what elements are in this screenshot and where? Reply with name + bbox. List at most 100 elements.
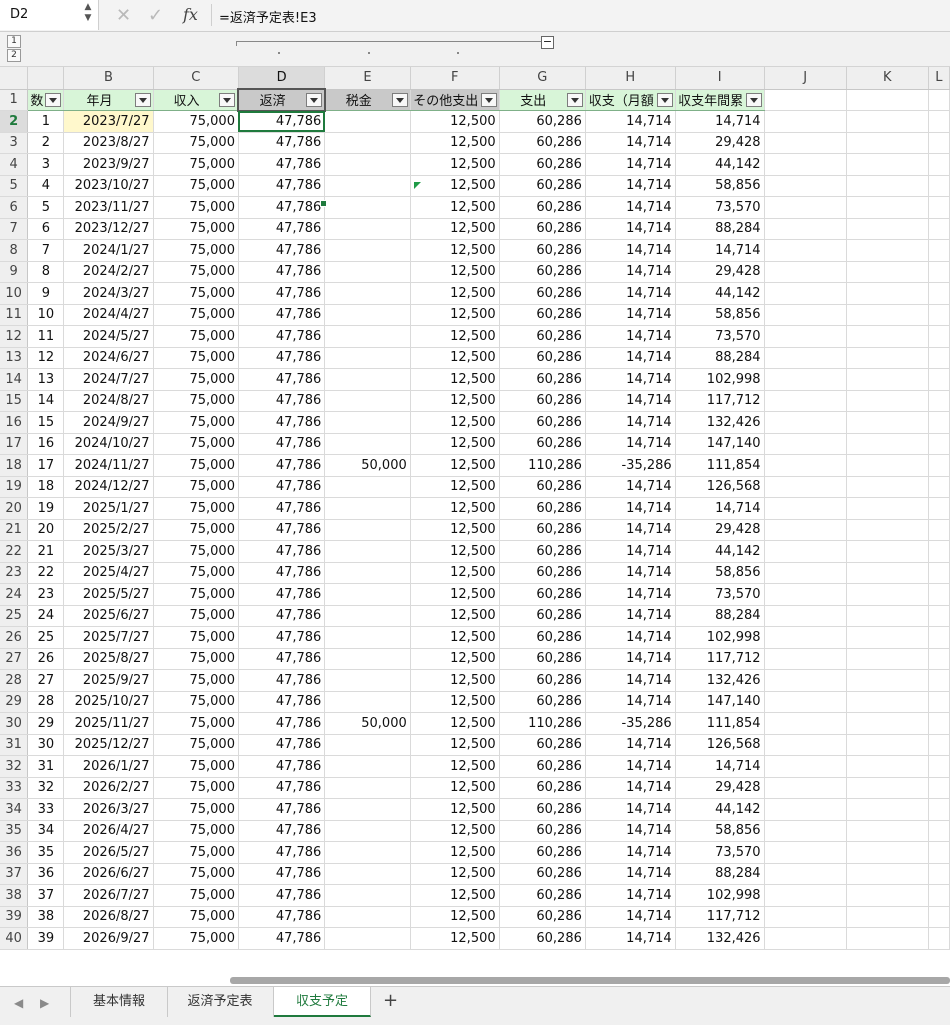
cell-income[interactable]: 75,000 (153, 433, 239, 455)
cell-income[interactable]: 75,000 (153, 347, 239, 369)
header-cell-count[interactable]: 数 (27, 89, 65, 111)
cell-expense[interactable]: 110,286 (499, 712, 586, 735)
cell-repayment[interactable]: 47,786 (238, 132, 326, 154)
cell-count[interactable]: 11 (27, 325, 65, 348)
cell-income[interactable]: 75,000 (153, 454, 239, 477)
cell-other-expense[interactable]: 12,500 (410, 433, 500, 455)
empty-cell[interactable] (928, 196, 950, 219)
cell-other-expense[interactable]: 12,500 (410, 368, 500, 391)
cell-monthly-balance[interactable]: 14,714 (585, 132, 676, 154)
cell-repayment[interactable]: 47,786 (238, 282, 326, 305)
cell-month[interactable]: 2026/7/27 (63, 884, 154, 907)
empty-cell[interactable] (764, 433, 847, 455)
cell-month[interactable]: 2025/9/27 (63, 669, 154, 692)
cell-expense[interactable]: 60,286 (499, 863, 586, 885)
empty-cell[interactable] (928, 648, 950, 670)
cell-month[interactable]: 2023/10/27 (63, 175, 154, 197)
cell-monthly-balance[interactable]: 14,714 (585, 196, 676, 219)
column-header-e[interactable]: E (324, 67, 411, 90)
empty-cell[interactable] (846, 841, 929, 864)
filter-dropdown-icon[interactable] (134, 92, 151, 107)
cell-monthly-balance[interactable]: 14,714 (585, 669, 676, 692)
header-cell-month[interactable]: 年月 (63, 89, 154, 111)
cell-repayment[interactable]: 47,786 (238, 325, 326, 348)
cell-annual-cumulative[interactable]: 132,426 (675, 927, 765, 950)
cell-other-expense[interactable]: 12,500 (410, 390, 500, 412)
filter-dropdown-icon[interactable] (656, 92, 673, 107)
cell-month[interactable]: 2026/9/27 (63, 927, 154, 950)
cell-monthly-balance[interactable]: 14,714 (585, 411, 676, 434)
empty-cell[interactable] (928, 325, 950, 348)
cell-count[interactable]: 15 (27, 411, 65, 434)
cell-tax[interactable] (324, 841, 411, 864)
cell-income[interactable]: 75,000 (153, 239, 239, 262)
empty-cell[interactable] (764, 153, 847, 176)
empty-cell[interactable] (764, 712, 847, 735)
row-header[interactable]: 35 (0, 820, 29, 842)
row-header[interactable]: 13 (0, 347, 29, 369)
cell-repayment[interactable]: 47,786 (238, 583, 326, 606)
cell-count[interactable]: 17 (27, 454, 65, 477)
cell-monthly-balance[interactable]: 14,714 (585, 906, 676, 928)
cell-monthly-balance[interactable]: 14,714 (585, 347, 676, 369)
cell-tax[interactable] (324, 196, 411, 219)
empty-cell[interactable] (846, 519, 929, 541)
cell-tax[interactable] (324, 540, 411, 563)
cell-annual-cumulative[interactable]: 147,140 (675, 691, 765, 713)
cell-monthly-balance[interactable]: 14,714 (585, 841, 676, 864)
empty-cell[interactable] (846, 304, 929, 326)
cell-annual-cumulative[interactable]: 111,854 (675, 712, 765, 735)
row-header[interactable]: 5 (0, 175, 29, 197)
cell-tax[interactable] (324, 927, 411, 950)
cell-other-expense[interactable]: 12,500 (410, 132, 500, 154)
empty-cell[interactable] (846, 218, 929, 240)
cell-expense[interactable]: 60,286 (499, 798, 586, 821)
cell-count[interactable]: 14 (27, 390, 65, 412)
cell-expense[interactable]: 60,286 (499, 218, 586, 240)
cell-repayment[interactable]: 47,786 (238, 196, 326, 219)
cell-monthly-balance[interactable]: 14,714 (585, 648, 676, 670)
empty-cell[interactable] (764, 648, 847, 670)
cell-expense[interactable]: 60,286 (499, 175, 586, 197)
empty-cell[interactable] (928, 497, 950, 520)
cell-monthly-balance[interactable]: 14,714 (585, 476, 676, 498)
cell-expense[interactable]: 60,286 (499, 519, 586, 541)
empty-cell[interactable] (764, 734, 847, 756)
cell-month[interactable]: 2023/12/27 (63, 218, 154, 240)
cell-annual-cumulative[interactable]: 58,856 (675, 304, 765, 326)
empty-cell[interactable] (928, 583, 950, 606)
empty-cell[interactable] (846, 368, 929, 391)
empty-cell[interactable] (846, 648, 929, 670)
cell-other-expense[interactable]: 12,500 (410, 325, 500, 348)
cell-other-expense[interactable]: 12,500 (410, 884, 500, 907)
empty-cell[interactable] (764, 325, 847, 348)
empty-cell[interactable] (764, 626, 847, 649)
cell-month[interactable]: 2025/2/27 (63, 519, 154, 541)
empty-cell[interactable] (846, 476, 929, 498)
cell-other-expense[interactable]: 12,500 (410, 282, 500, 305)
empty-cell[interactable] (764, 927, 847, 950)
column-header-c[interactable]: C (153, 67, 239, 90)
cell-month[interactable]: 2023/8/27 (63, 132, 154, 154)
cell-repayment[interactable]: 47,786 (238, 368, 326, 391)
cell-month[interactable]: 2025/11/27 (63, 712, 154, 735)
cell-annual-cumulative[interactable]: 73,570 (675, 841, 765, 864)
row-header[interactable]: 12 (0, 325, 29, 348)
cell-income[interactable]: 75,000 (153, 540, 239, 563)
prev-sheet-icon[interactable]: ◀ (14, 996, 23, 1010)
cell-repayment[interactable]: 47,786 (238, 153, 326, 176)
cell-other-expense[interactable]: 12,500 (410, 540, 500, 563)
cell-expense[interactable]: 60,286 (499, 411, 586, 434)
empty-cell[interactable] (764, 390, 847, 412)
cell-income[interactable]: 75,000 (153, 798, 239, 821)
empty-cell[interactable] (846, 884, 929, 907)
cell-income[interactable]: 75,000 (153, 884, 239, 907)
cell-income[interactable]: 75,000 (153, 368, 239, 391)
empty-cell[interactable] (764, 691, 847, 713)
empty-cell[interactable] (928, 755, 950, 778)
empty-cell[interactable] (846, 89, 929, 111)
cell-income[interactable]: 75,000 (153, 476, 239, 498)
cell-expense[interactable]: 60,286 (499, 325, 586, 348)
cell-income[interactable]: 75,000 (153, 712, 239, 735)
cell-monthly-balance[interactable]: 14,714 (585, 605, 676, 627)
